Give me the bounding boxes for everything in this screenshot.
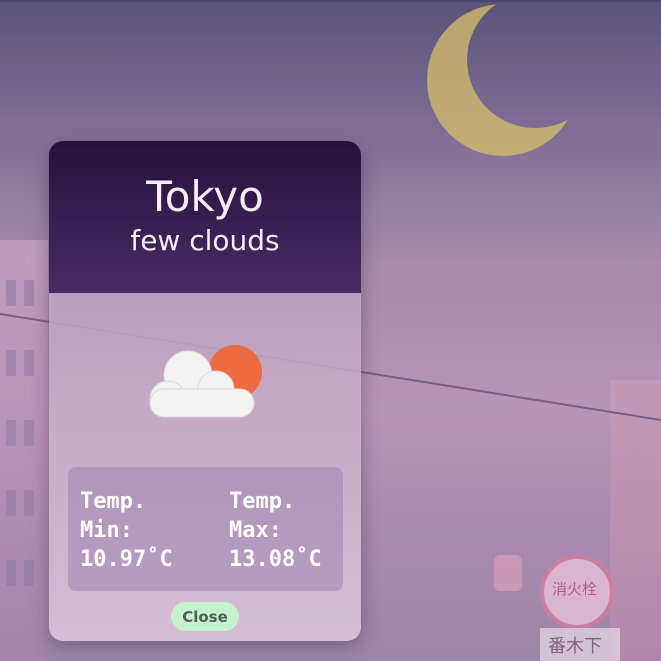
right-building <box>610 380 661 661</box>
city-name: Tokyo <box>146 172 264 221</box>
temp-max: Temp. Max: 13.08˚C <box>229 487 349 574</box>
lantern <box>494 555 522 591</box>
weather-card: Tokyo few clouds Temp. Min: 10.97˚C Temp… <box>49 141 361 641</box>
temperature-panel: Temp. Min: 10.97˚C Temp. Max: 13.08˚C <box>68 467 343 591</box>
few-clouds-icon <box>149 345 262 418</box>
card-header: Tokyo few clouds <box>49 141 361 293</box>
left-building <box>0 240 48 661</box>
shop-sign-text: 番木下 <box>548 636 602 657</box>
close-button[interactable]: Close <box>171 602 239 631</box>
temp-max-label: Temp. Max: <box>229 489 296 543</box>
weather-description: few clouds <box>130 224 280 257</box>
hydrant-sign <box>540 555 614 629</box>
icon-area <box>49 293 361 467</box>
temp-min-label: Temp. Min: <box>80 489 147 543</box>
temp-min: Temp. Min: 10.97˚C <box>80 487 200 574</box>
temp-min-value: 10.97˚C <box>80 547 173 572</box>
temp-max-value: 13.08˚C <box>229 547 322 572</box>
top-border <box>0 0 661 2</box>
moon-icon <box>425 0 595 170</box>
shop-sign <box>540 628 620 661</box>
hydrant-sign-text: 消火栓 <box>552 580 598 598</box>
